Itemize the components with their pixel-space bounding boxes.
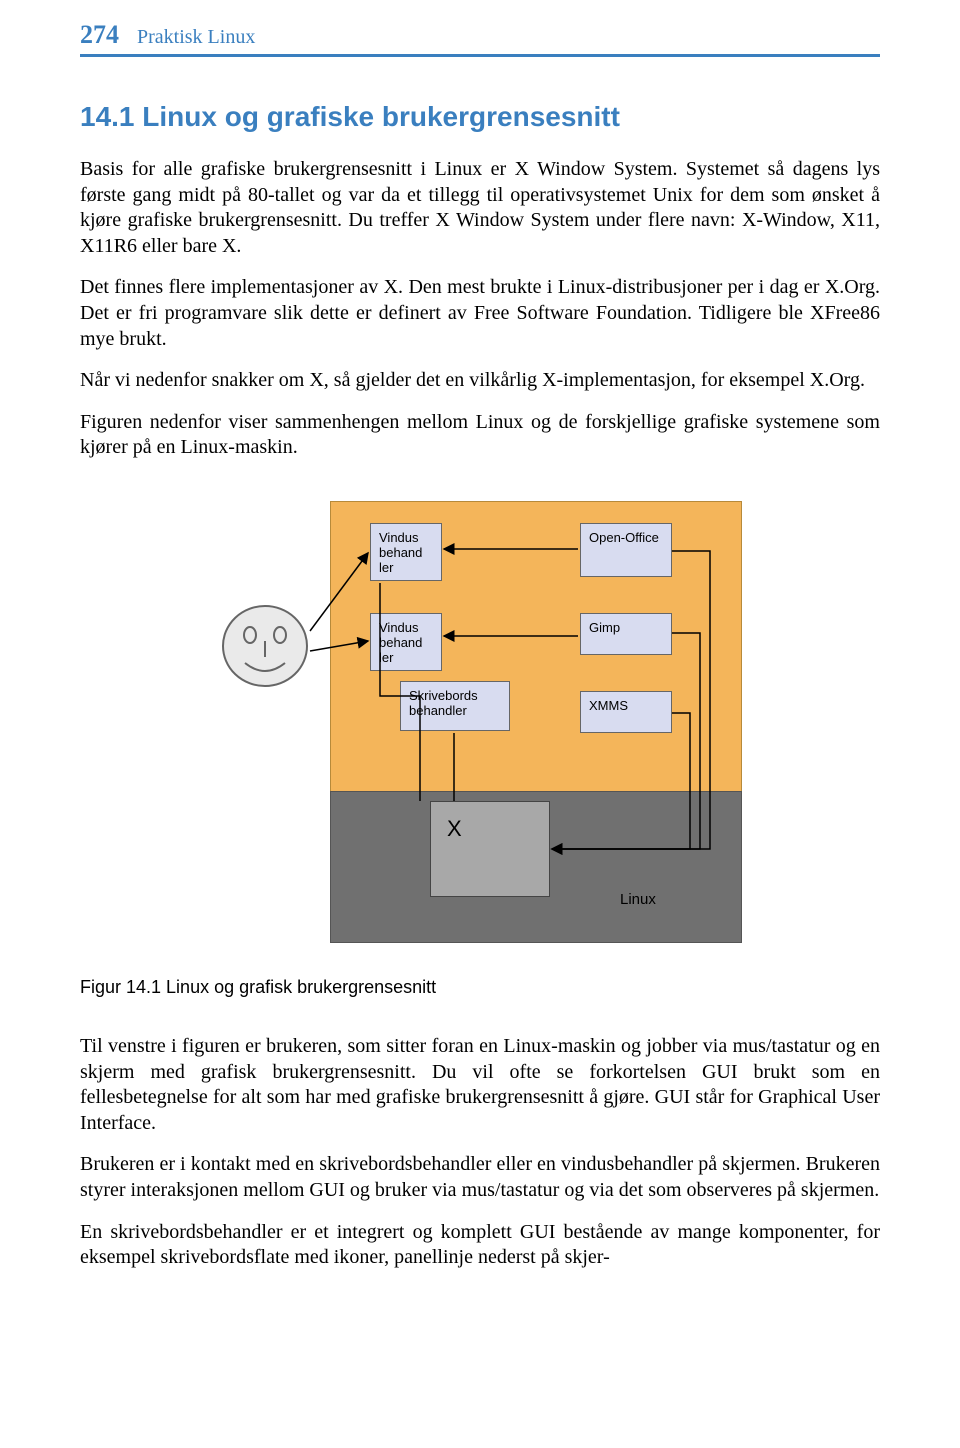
paragraph-3: Når vi nedenfor snakker om X, så gjelder… xyxy=(80,368,880,394)
figure-diagram: Vindus behand ler Vindus behand ler Skri… xyxy=(220,501,740,941)
x-box: X xyxy=(430,801,550,897)
figure-caption: Figur 14.1 Linux og grafisk brukergrense… xyxy=(80,977,880,998)
paragraph-1: Basis for alle grafiske brukergrensesnit… xyxy=(80,157,880,259)
gimp-box: Gimp xyxy=(580,613,672,655)
section-title: 14.1 Linux og grafiske brukergrensesnitt xyxy=(80,101,880,133)
window-manager-2-box: Vindus behand ler xyxy=(370,613,442,671)
page-number: 274 xyxy=(80,20,119,50)
paragraph-5: Til venstre i figuren er brukeren, som s… xyxy=(80,1034,880,1136)
window-manager-1-box: Vindus behand ler xyxy=(370,523,442,581)
header-rule xyxy=(80,54,880,57)
desktop-manager-box: Skrivebords behandler xyxy=(400,681,510,731)
figure-wrap: Vindus behand ler Vindus behand ler Skri… xyxy=(80,501,880,941)
running-head: Praktisk Linux xyxy=(137,26,255,49)
paragraph-2: Det finnes flere implementasjoner av X. … xyxy=(80,275,880,352)
page-header: 274 Praktisk Linux xyxy=(80,20,880,50)
user-face-icon xyxy=(220,601,310,691)
openoffice-box: Open-Office xyxy=(580,523,672,577)
xmms-box: XMMS xyxy=(580,691,672,733)
paragraph-4: Figuren nedenfor viser sammenhengen mell… xyxy=(80,410,880,461)
page: 274 Praktisk Linux 14.1 Linux og grafisk… xyxy=(0,0,960,1327)
paragraph-7: En skrivebordsbehandler er et integrert … xyxy=(80,1220,880,1271)
paragraph-6: Brukeren er i kontakt med en skrivebords… xyxy=(80,1152,880,1203)
linux-label: Linux xyxy=(620,891,656,908)
